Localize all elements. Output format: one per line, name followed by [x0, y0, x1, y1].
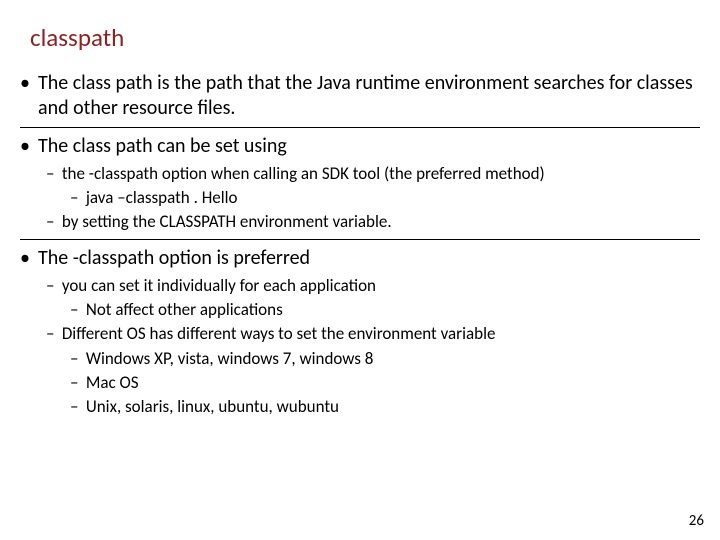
subsub-bullet: – Unix, solaris, linux, ubuntu, wubuntu	[70, 396, 700, 418]
sub-bullet: – by setting the CLASSPATH environment v…	[46, 211, 700, 233]
bullet-icon: •	[20, 246, 38, 271]
bullet-icon: •	[20, 134, 38, 159]
subsub-bullet: – Mac OS	[70, 372, 700, 394]
bullet-text: The -classpath option is preferred	[38, 246, 310, 271]
subsub-bullet: – java –classpath . Hello	[70, 187, 700, 209]
bullet-text: The class path is the path that the Java…	[38, 71, 700, 121]
subsub-bullet: – Not affect other applications	[70, 299, 700, 321]
sub-text: by setting the CLASSPATH environment var…	[62, 211, 392, 232]
sub-text: Different OS has different ways to set t…	[62, 323, 496, 344]
bullet-item: • The -classpath option is preferred	[20, 246, 700, 271]
bullet-icon: •	[20, 71, 38, 121]
slide: classpath • The class path is the path t…	[0, 0, 720, 540]
separator	[20, 127, 700, 128]
subsub-text: Not affect other applications	[86, 299, 283, 320]
page-number: 26	[689, 512, 704, 530]
bullet-item: • The class path can be set using	[20, 134, 700, 159]
sub-bullet: – the -classpath option when calling an …	[46, 163, 700, 185]
subsub-text: Windows XP, vista, windows 7, windows 8	[86, 348, 374, 369]
sub-bullet: – Different OS has different ways to set…	[46, 323, 700, 345]
slide-title: classpath	[30, 22, 700, 53]
sub-bullet: – you can set it individually for each a…	[46, 275, 700, 297]
subsub-text: Mac OS	[86, 372, 139, 393]
bullet-item: • The class path is the path that the Ja…	[20, 71, 700, 121]
subsub-text: java –classpath . Hello	[86, 187, 238, 208]
separator	[20, 239, 700, 240]
bullet-text: The class path can be set using	[38, 134, 287, 159]
subsub-text: Unix, solaris, linux, ubuntu, wubuntu	[86, 396, 339, 417]
sub-text: the -classpath option when calling an SD…	[62, 163, 545, 184]
sub-text: you can set it individually for each app…	[62, 275, 376, 296]
subsub-bullet: – Windows XP, vista, windows 7, windows …	[70, 348, 700, 370]
